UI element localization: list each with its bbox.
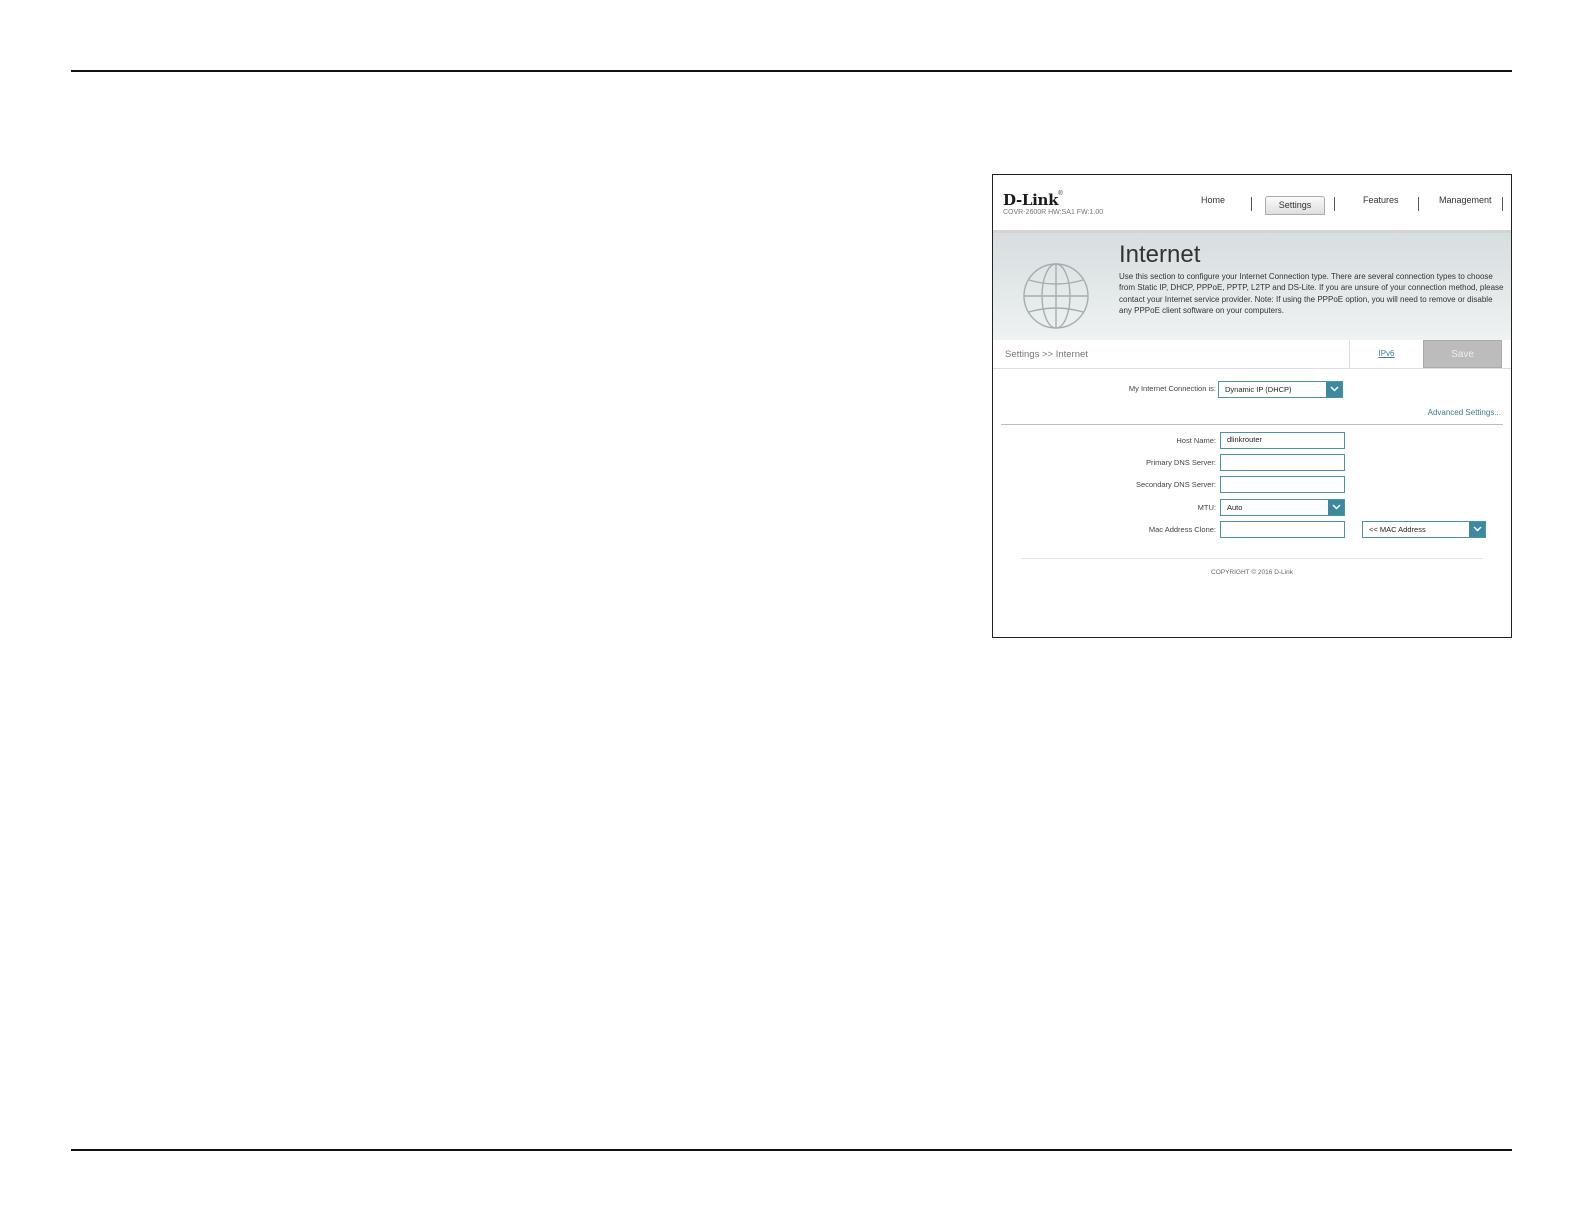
page-title: Internet (1119, 241, 1201, 268)
nav-management[interactable]: Management (1439, 195, 1492, 205)
connection-type-value: Dynamic IP (DHCP) (1225, 385, 1292, 394)
model-info: COVR-2600R HW:SA1 FW:1.00 (1003, 209, 1104, 216)
mac-clone-input[interactable] (1220, 521, 1345, 538)
mac-address-select-value: << MAC Address (1369, 525, 1426, 534)
mtu-value: Auto (1227, 503, 1243, 512)
host-name-label: Host Name: (1176, 436, 1216, 445)
nav-separator (1251, 197, 1252, 211)
host-name-input[interactable]: dlinkrouter (1220, 432, 1345, 449)
advanced-settings-link[interactable]: Advanced Settings... (1428, 408, 1501, 417)
connection-type-label: My Internet Connection is: (1128, 384, 1216, 393)
secondary-dns-input[interactable] (1220, 476, 1345, 493)
mac-address-select[interactable]: << MAC Address (1362, 521, 1486, 538)
breadcrumb-bar: Settings >> Internet IPv6 Save (993, 340, 1511, 369)
breadcrumb: Settings >> Internet (1005, 349, 1088, 360)
connection-type-select[interactable]: Dynamic IP (DHCP) (1218, 381, 1343, 398)
router-settings-screenshot: D-Link® COVR-2600R HW:SA1 FW:1.00 Home S… (992, 174, 1512, 638)
save-button[interactable]: Save (1423, 340, 1502, 368)
nav-separator (1334, 197, 1335, 211)
nav-separator (1502, 197, 1503, 211)
page-description: Use this section to configure your Inter… (1119, 272, 1504, 315)
page-bottom-rule (71, 1149, 1512, 1151)
secondary-dns-label: Secondary DNS Server: (1135, 480, 1216, 489)
mac-clone-label: Mac Address Clone: (1148, 525, 1216, 534)
footer-divider (1021, 558, 1483, 559)
ipv6-link[interactable]: IPv6 (1349, 340, 1423, 368)
page-top-rule (71, 70, 1512, 72)
primary-dns-label: Primary DNS Server: (1145, 458, 1216, 467)
nav-features[interactable]: Features (1363, 195, 1399, 205)
copyright-text: COPYRIGHT © 2016 D-Link (1211, 569, 1293, 576)
mtu-label: MTU: (1197, 503, 1216, 512)
form-divider (1001, 424, 1503, 425)
nav-settings[interactable]: Settings (1265, 196, 1325, 215)
internet-banner: Internet Use this section to configure y… (993, 233, 1511, 341)
mtu-select[interactable]: Auto (1220, 499, 1345, 516)
nav-home[interactable]: Home (1201, 195, 1225, 205)
chevron-down-icon (1328, 500, 1344, 515)
dlink-logo: D-Link® (1003, 191, 1063, 209)
globe-icon (1023, 263, 1089, 329)
primary-dns-input[interactable] (1220, 454, 1345, 471)
router-header: D-Link® COVR-2600R HW:SA1 FW:1.00 Home S… (993, 175, 1511, 233)
chevron-down-icon (1326, 382, 1342, 397)
nav-separator (1418, 197, 1419, 211)
chevron-down-icon (1469, 522, 1485, 537)
